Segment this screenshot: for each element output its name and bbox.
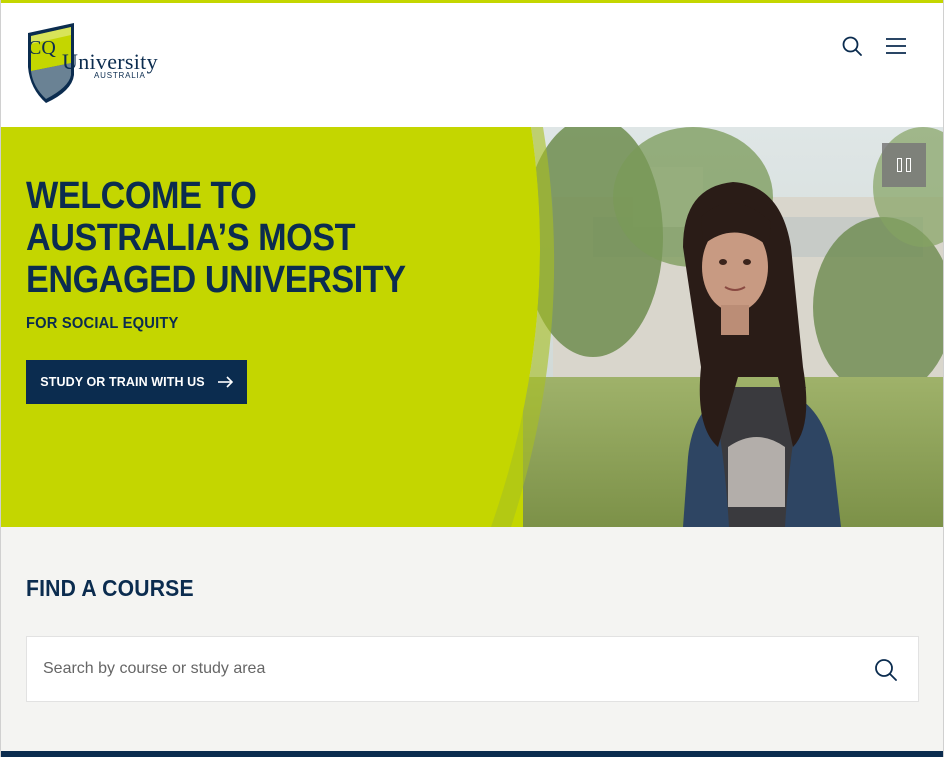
logo-country-text: AUSTRALIA	[94, 71, 146, 80]
course-search-input[interactable]	[43, 637, 843, 701]
page: CQ University AUSTRALIA WELCOME TO AUSTR…	[0, 0, 944, 757]
pause-icon-bar	[906, 158, 911, 172]
hero-student-photo	[523, 127, 943, 527]
hero-curve-divider	[471, 127, 555, 527]
hero-subtitle: FOR SOCIAL EQUITY	[26, 315, 179, 332]
hero-banner: WELCOME TO AUSTRALIA’S MOST ENGAGED UNIV…	[1, 127, 943, 527]
course-search-box	[26, 636, 919, 702]
logo-cq-text: CQ	[28, 37, 56, 59]
cta-label: STUDY OR TRAIN WITH US	[40, 375, 205, 389]
carousel-pause-button[interactable]	[882, 143, 926, 187]
cqu-logo[interactable]: CQ University AUSTRALIA	[26, 23, 166, 105]
arrow-right-icon	[217, 376, 233, 388]
footer-top-bar	[1, 751, 943, 757]
find-course-title: FIND A COURSE	[26, 575, 194, 601]
find-a-course-section: FIND A COURSE	[1, 527, 943, 751]
search-icon	[842, 36, 862, 56]
study-or-train-button[interactable]: STUDY OR TRAIN WITH US	[26, 360, 247, 404]
header-actions	[841, 35, 907, 57]
hero-copy: WELCOME TO AUSTRALIA’S MOST ENGAGED UNIV…	[26, 175, 446, 333]
menu-button[interactable]	[885, 35, 907, 57]
pause-icon	[897, 158, 902, 172]
search-icon[interactable]	[874, 658, 898, 682]
site-header: CQ University AUSTRALIA	[1, 3, 943, 127]
menu-icon	[886, 38, 906, 54]
hero-title: WELCOME TO AUSTRALIA’S MOST ENGAGED UNIV…	[26, 175, 406, 301]
search-button[interactable]	[841, 35, 863, 57]
